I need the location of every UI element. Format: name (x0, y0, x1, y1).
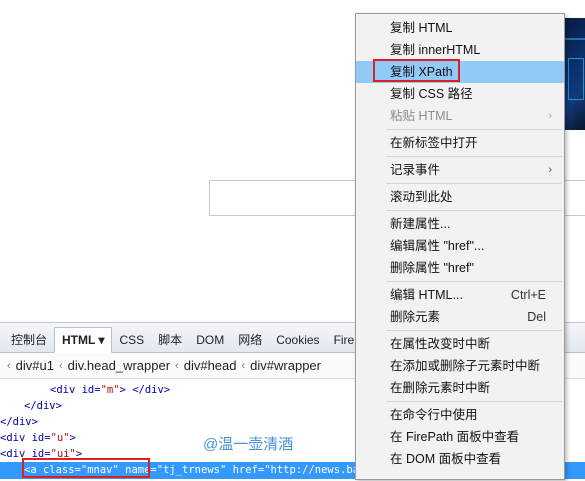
chevron-left-icon: ‹ (241, 359, 246, 372)
breadcrumb-item[interactable]: div#u1 (16, 358, 54, 373)
tab-network[interactable]: 网络 (231, 328, 269, 352)
tab-console[interactable]: 控制台 (4, 328, 54, 352)
menu-item-edit-html[interactable]: 编辑 HTML... Ctrl+E (356, 284, 564, 306)
menu-item-copy-html[interactable]: 复制 HTML (356, 17, 564, 39)
tab-cookies[interactable]: Cookies (269, 328, 326, 352)
menu-item-copy-xpath[interactable]: 复制 XPath (356, 61, 564, 83)
menu-item-break-attr-change[interactable]: 在属性改变时中断 (356, 333, 564, 355)
menu-item-break-child-change[interactable]: 在添加或删除子元素时中断 (356, 355, 564, 377)
breadcrumb-item[interactable]: div.head_wrapper (68, 358, 170, 373)
menu-item-break-removal[interactable]: 在删除元素时中断 (356, 377, 564, 399)
chevron-left-icon: ‹ (175, 359, 179, 372)
tab-css[interactable]: CSS (112, 328, 151, 352)
menu-item-use-in-command-line[interactable]: 在命令行中使用 (356, 404, 564, 426)
menu-item-copy-css-path[interactable]: 复制 CSS 路径 (356, 83, 564, 105)
menu-item-log-events[interactable]: 记录事件 › (356, 159, 564, 181)
watermark: @温一壶清酒 (203, 436, 294, 453)
chevron-right-icon: › (548, 110, 552, 122)
menu-item-delete-element[interactable]: 删除元素 Del (356, 306, 564, 328)
menu-item-view-in-dom[interactable]: 在 DOM 面板中查看 (356, 448, 564, 470)
menu-separator (386, 330, 562, 331)
chevron-right-icon: › (548, 164, 552, 176)
shortcut-label: Ctrl+E (510, 288, 546, 302)
menu-separator (386, 183, 562, 184)
menu-item-open-new-tab[interactable]: 在新标签中打开 (356, 132, 564, 154)
menu-item-copy-innerhtml[interactable]: 复制 innerHTML (356, 39, 564, 61)
menu-separator (386, 210, 562, 211)
menu-item-delete-attribute[interactable]: 删除属性 "href" (356, 257, 564, 279)
chevron-left-icon: ‹ (7, 359, 11, 372)
menu-item-new-attribute[interactable]: 新建属性... (356, 213, 564, 235)
breadcrumb-item[interactable]: div#wrapper (250, 358, 321, 373)
menu-separator (386, 401, 562, 402)
menu-item-view-in-firepath[interactable]: 在 FirePath 面板中查看 (356, 426, 564, 448)
context-menu: 复制 HTML 复制 innerHTML 复制 XPath 复制 CSS 路径 … (355, 13, 565, 480)
chevron-left-icon: ‹ (58, 359, 63, 372)
menu-separator (386, 281, 562, 282)
tab-html[interactable]: HTML ▾ (54, 327, 113, 353)
breadcrumb-item[interactable]: div#head (184, 358, 237, 373)
tab-dom[interactable]: DOM (189, 328, 231, 352)
menu-item-edit-attribute[interactable]: 编辑属性 "href"... (356, 235, 564, 257)
menu-item-scroll-into-view[interactable]: 滚动到此处 (356, 186, 564, 208)
menu-separator (386, 156, 562, 157)
menu-separator (386, 129, 562, 130)
shortcut-label: Del (527, 310, 546, 324)
tab-script[interactable]: 脚本 (151, 328, 189, 352)
menu-item-paste-html[interactable]: 粘贴 HTML › (356, 105, 564, 127)
